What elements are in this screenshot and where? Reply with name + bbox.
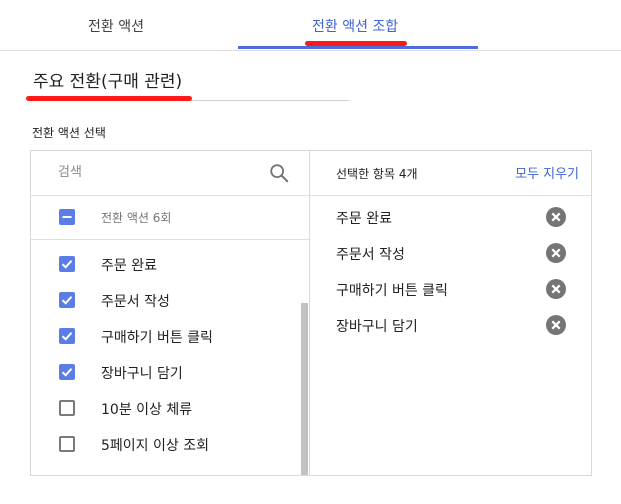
selected-item: 주문서 작성 bbox=[310, 235, 591, 271]
available-actions-pane: 전환 액션 6회 주문 완료 주문서 작성 구매하기 버튼 클릭 장바구니 담기 bbox=[31, 151, 310, 475]
selected-item: 장바구니 담기 bbox=[310, 307, 591, 343]
checkbox-unchecked[interactable] bbox=[59, 400, 75, 416]
section-label: 전환 액션 선택 bbox=[32, 126, 106, 140]
clear-all-button[interactable]: 모두 지우기 bbox=[515, 163, 579, 182]
checkbox-checked[interactable] bbox=[59, 328, 75, 344]
tab-conversion-actions[interactable]: 전환 액션 bbox=[88, 16, 144, 36]
action-item-buy-button-click[interactable]: 구매하기 버튼 클릭 bbox=[31, 319, 309, 355]
checkbox-checked[interactable] bbox=[59, 256, 75, 272]
action-item-view-5pages[interactable]: 5페이지 이상 조회 bbox=[31, 427, 309, 463]
combination-name-input[interactable] bbox=[33, 69, 349, 89]
selected-item-label: 장바구니 담기 bbox=[336, 319, 418, 335]
selected-item-label: 주문 완료 bbox=[336, 211, 392, 227]
remove-icon[interactable] bbox=[546, 243, 566, 263]
selected-header: 선택한 항목 4개 모두 지우기 bbox=[310, 151, 591, 196]
action-item-label: 5페이지 이상 조회 bbox=[101, 438, 209, 454]
action-item-order-complete[interactable]: 주문 완료 bbox=[31, 247, 309, 283]
selected-actions-pane: 선택한 항목 4개 모두 지우기 주문 완료 주문서 작성 구매하기 버튼 클릭 bbox=[310, 151, 591, 475]
search-row bbox=[31, 151, 309, 196]
checkbox-checked[interactable] bbox=[59, 364, 75, 380]
action-item-label: 구매하기 버튼 클릭 bbox=[101, 330, 213, 346]
annotation-underline-name bbox=[26, 96, 192, 101]
annotation-underline-tab bbox=[305, 41, 407, 46]
search-input[interactable] bbox=[56, 164, 260, 181]
selected-item-label: 구매하기 버튼 클릭 bbox=[336, 283, 448, 299]
select-all-label: 전환 액션 6회 bbox=[101, 211, 172, 225]
action-item-label: 장바구니 담기 bbox=[101, 366, 183, 382]
active-tab-indicator bbox=[238, 46, 478, 49]
action-item-label: 10분 이상 체류 bbox=[101, 402, 193, 418]
action-picker-panel: 전환 액션 6회 주문 완료 주문서 작성 구매하기 버튼 클릭 장바구니 담기 bbox=[30, 150, 592, 476]
action-item-label: 주문서 작성 bbox=[101, 294, 170, 310]
checkbox-checked[interactable] bbox=[59, 292, 75, 308]
remove-icon[interactable] bbox=[546, 207, 566, 227]
remove-icon[interactable] bbox=[546, 279, 566, 299]
selected-item: 주문 완료 bbox=[310, 199, 591, 235]
selected-item: 구매하기 버튼 클릭 bbox=[310, 271, 591, 307]
action-item-label: 주문 완료 bbox=[101, 258, 157, 274]
selected-count: 선택한 항목 4개 bbox=[336, 167, 418, 181]
search-icon[interactable] bbox=[268, 162, 290, 184]
select-all-checkbox[interactable] bbox=[59, 209, 75, 225]
action-item-add-to-cart[interactable]: 장바구니 담기 bbox=[31, 355, 309, 391]
checkbox-unchecked[interactable] bbox=[59, 436, 75, 452]
remove-icon[interactable] bbox=[546, 315, 566, 335]
select-all-row[interactable]: 전환 액션 6회 bbox=[31, 195, 309, 240]
tab-conversion-action-combination[interactable]: 전환 액션 조합 bbox=[312, 16, 398, 36]
action-item-stay-10min[interactable]: 10분 이상 체류 bbox=[31, 391, 309, 427]
action-item-order-form[interactable]: 주문서 작성 bbox=[31, 283, 309, 319]
selected-item-label: 주문서 작성 bbox=[336, 247, 405, 263]
scrollbar-thumb[interactable] bbox=[301, 303, 308, 475]
